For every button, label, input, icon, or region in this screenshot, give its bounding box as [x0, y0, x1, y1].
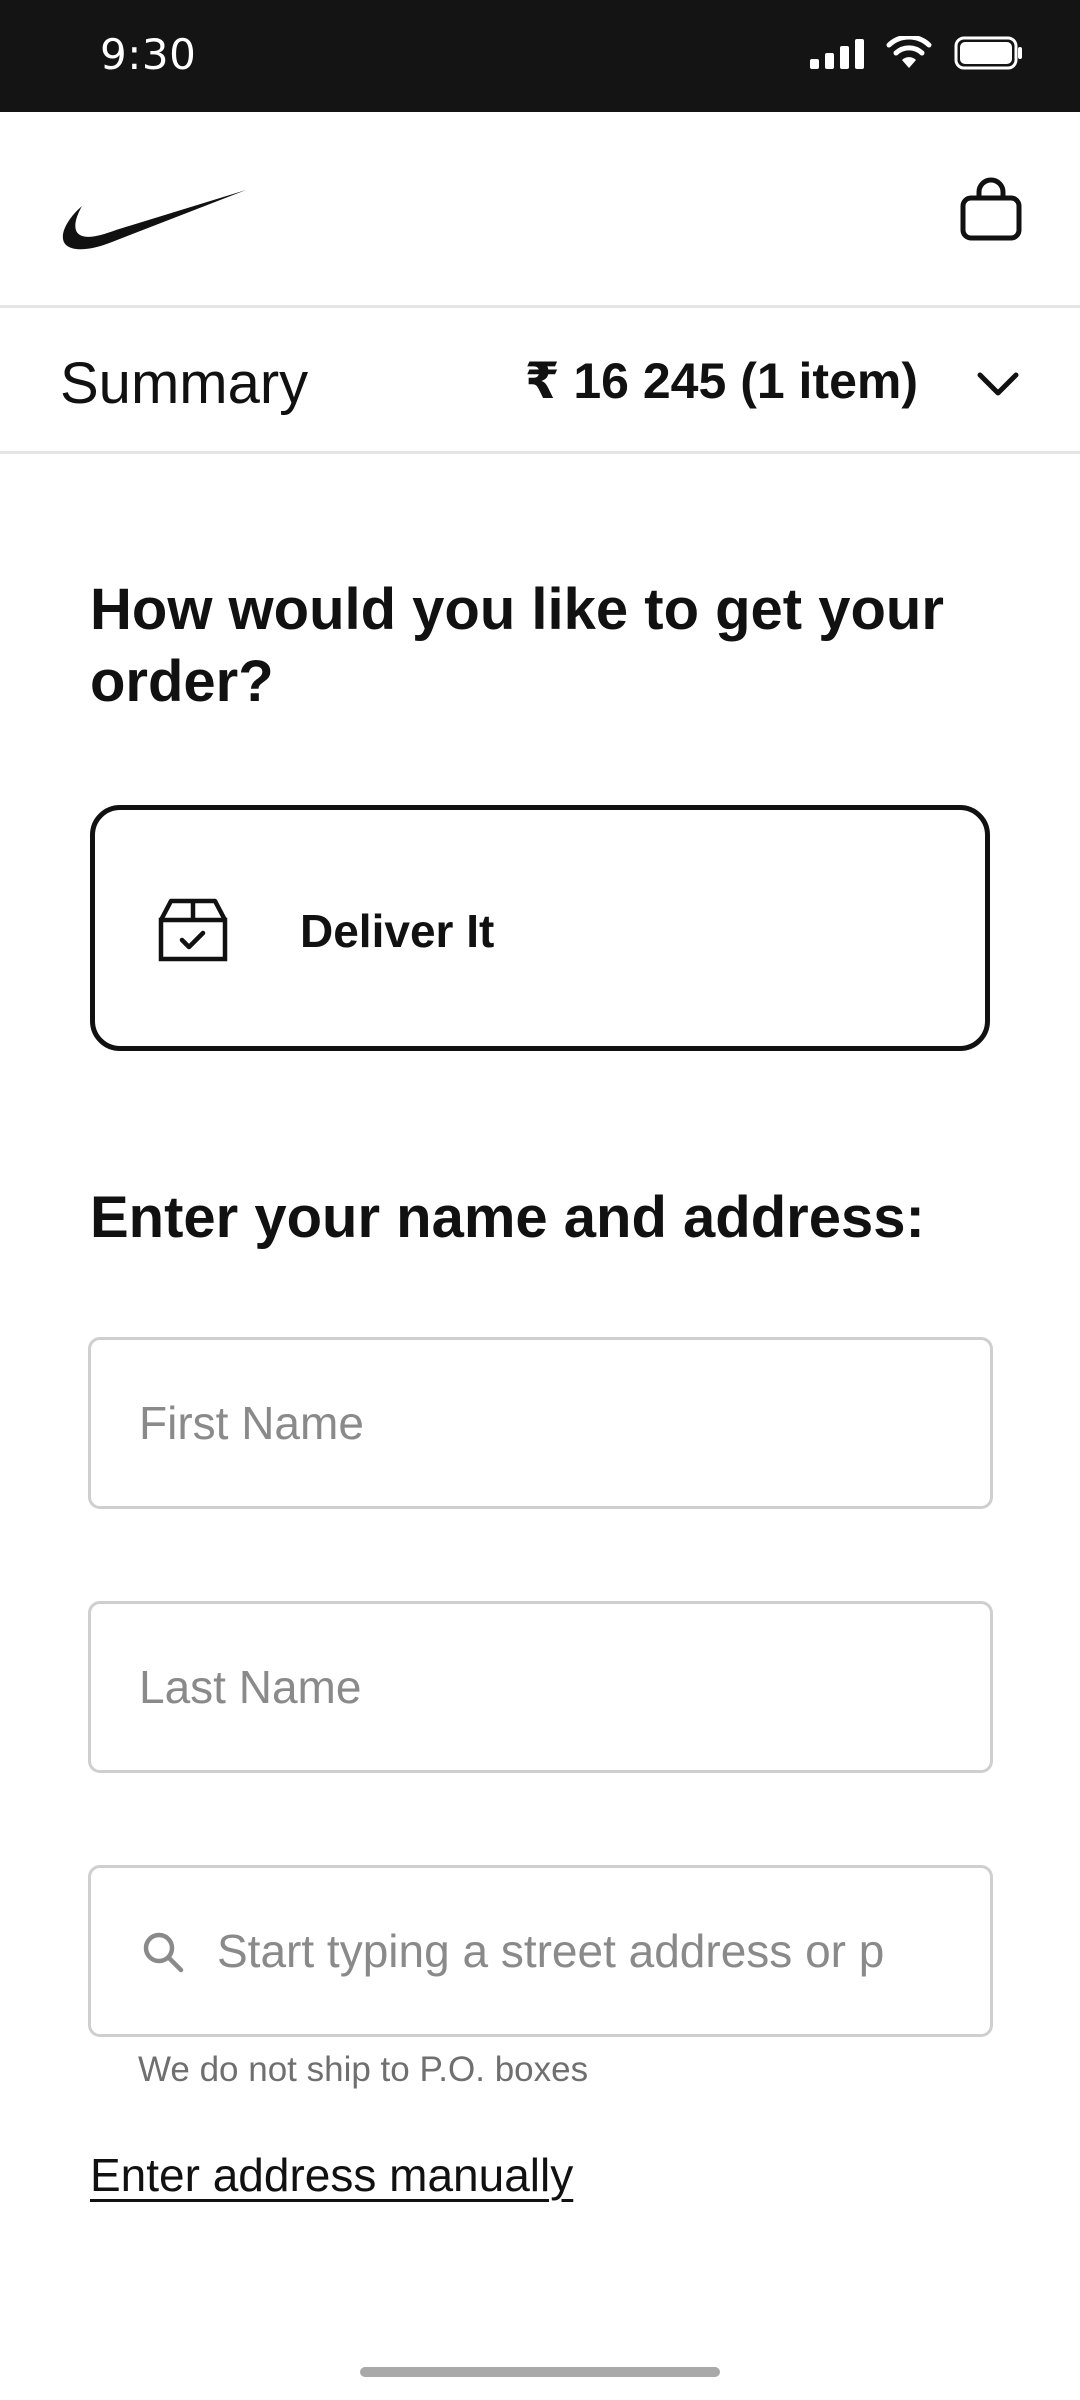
status-bar: 9:30 [0, 0, 1080, 112]
address-heading: Enter your name and address: [90, 1185, 925, 1250]
nike-swoosh-logo[interactable] [60, 176, 250, 256]
status-time: 9:30 [100, 30, 197, 79]
wifi-icon [886, 36, 932, 68]
app-header [0, 112, 1080, 308]
enter-address-manually-link[interactable]: Enter address manually [90, 2148, 573, 2202]
search-icon [143, 1932, 184, 1973]
po-box-helper-text: We do not ship to P.O. boxes [138, 2050, 589, 2089]
battery-icon [954, 36, 1022, 70]
first-name-input[interactable] [139, 1340, 939, 1506]
delivery-box-icon [158, 898, 228, 962]
delivery-question: How would you like to get your order? [90, 577, 944, 714]
summary-title: Summary [60, 351, 309, 416]
cellular-signal-icon [810, 37, 864, 69]
last-name-field[interactable] [88, 1601, 993, 1773]
street-address-input[interactable] [217, 1868, 987, 2034]
chevron-down-icon[interactable] [974, 360, 1022, 408]
summary-total: ₹ 16 245 (1 item) [524, 353, 918, 409]
status-icons [810, 36, 1024, 70]
shopping-bag-icon[interactable] [958, 176, 1024, 242]
deliver-it-option[interactable]: Deliver It [90, 805, 990, 1051]
street-address-field[interactable] [88, 1865, 993, 2037]
first-name-field[interactable] [88, 1337, 993, 1509]
last-name-input[interactable] [139, 1604, 939, 1770]
home-indicator[interactable] [360, 2367, 720, 2377]
order-summary-bar[interactable]: Summary ₹ 16 245 (1 item) [0, 308, 1080, 454]
deliver-it-label: Deliver It [300, 905, 495, 957]
